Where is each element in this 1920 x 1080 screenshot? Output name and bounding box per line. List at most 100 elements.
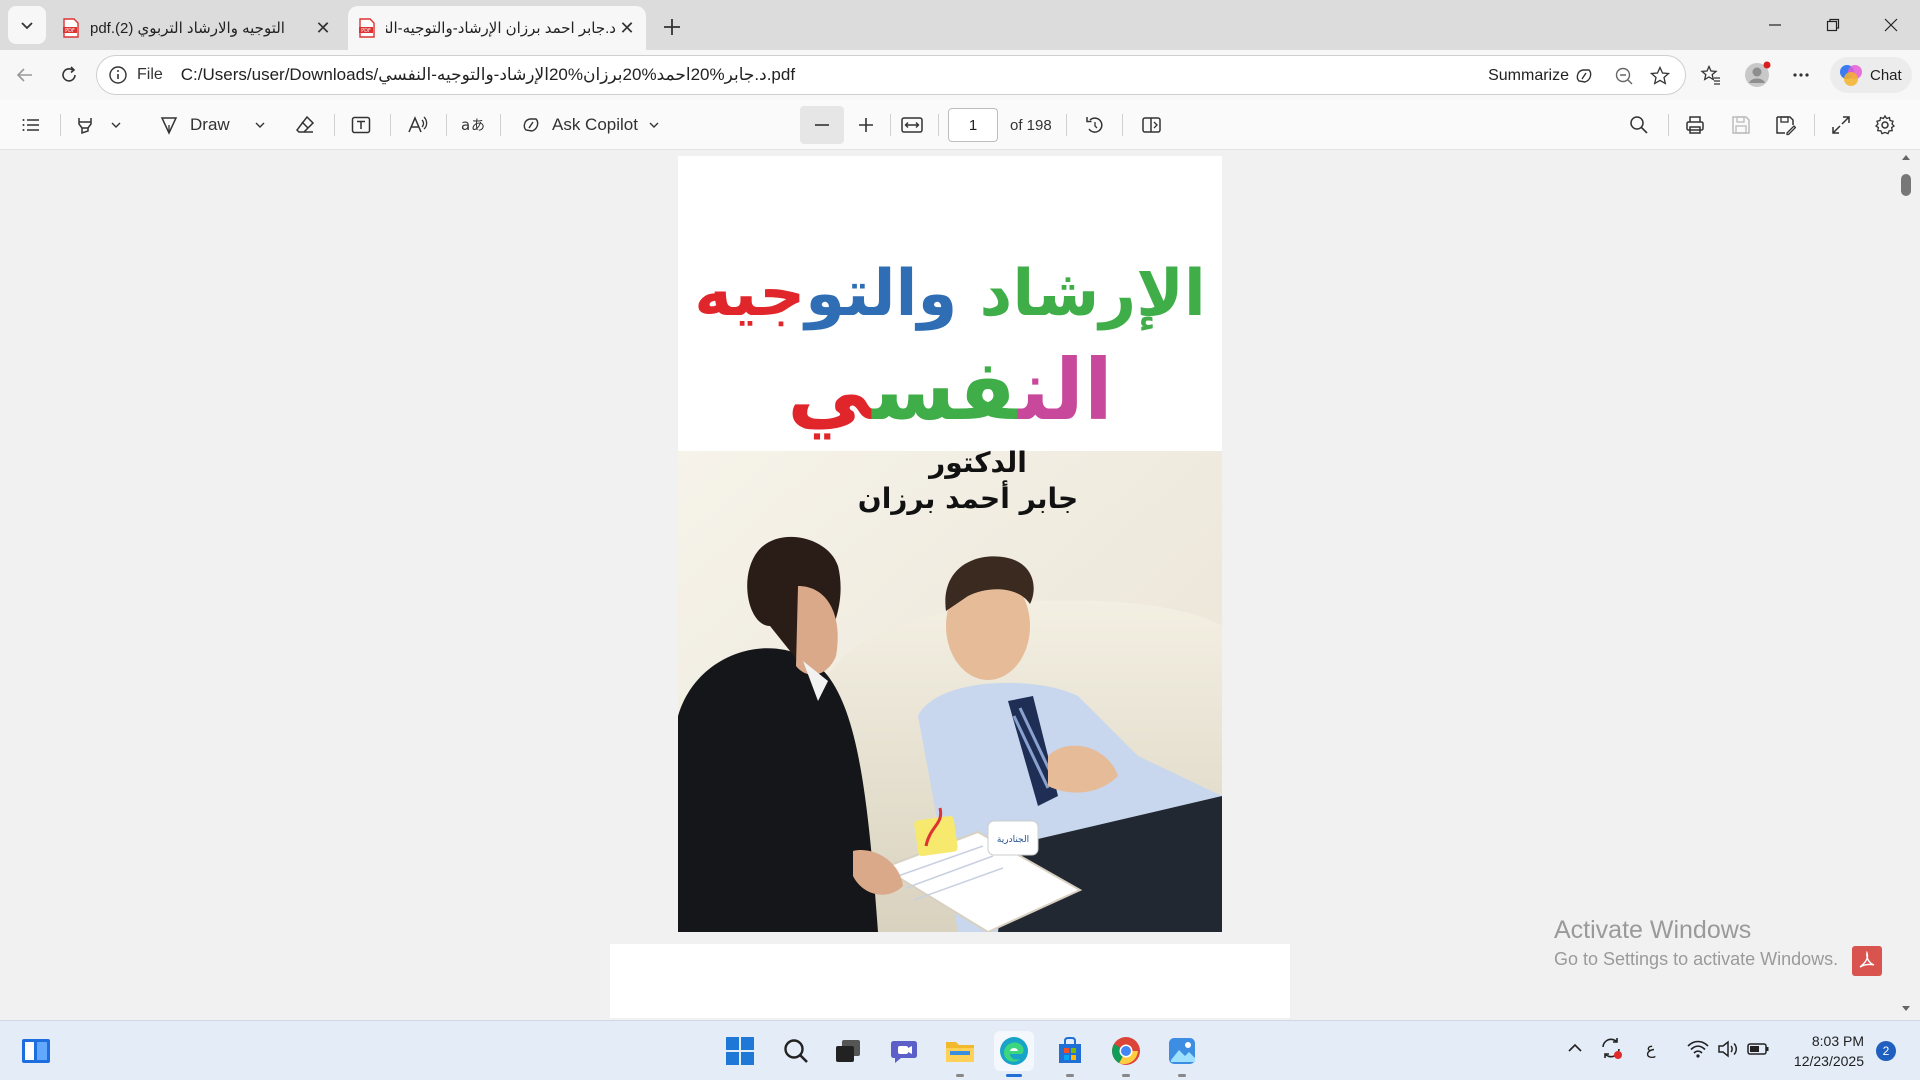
page-view-button[interactable] bbox=[1140, 110, 1164, 140]
pdf-page-1: الجنادرية الإرشاد والتوجيه النفسي الدكتو… bbox=[678, 156, 1222, 932]
contents-button[interactable] bbox=[20, 110, 42, 140]
store-button[interactable] bbox=[1050, 1031, 1090, 1077]
input-language-indicator[interactable]: ع bbox=[1646, 1039, 1656, 1059]
favorites-icon bbox=[1700, 64, 1720, 85]
address-bar[interactable]: File C:/Users/user/Downloads/د.جابر%20اح… bbox=[96, 55, 1686, 95]
print-button[interactable] bbox=[1684, 110, 1706, 140]
sync-status-button[interactable] bbox=[1598, 1035, 1624, 1064]
pdf-viewer[interactable]: الجنادرية الإرشاد والتوجيه النفسي الدكتو… bbox=[4, 150, 1896, 1018]
scheme-label: File bbox=[137, 66, 163, 83]
profile-button[interactable] bbox=[1740, 58, 1774, 92]
show-hidden-icons-button[interactable] bbox=[1566, 1039, 1584, 1060]
arrow-left-icon bbox=[16, 68, 32, 82]
copilot-chat-button[interactable]: Chat bbox=[1830, 57, 1912, 93]
tab-pdf-2[interactable]: PDF د.جابر احمد برزان الإرشاد-والتوجيه-ا… bbox=[348, 6, 646, 50]
new-tab-button[interactable] bbox=[655, 10, 689, 44]
draw-button[interactable]: Draw bbox=[158, 110, 230, 140]
windows-logo-icon bbox=[726, 1037, 754, 1065]
find-button[interactable] bbox=[1628, 110, 1650, 140]
start-button[interactable] bbox=[720, 1031, 760, 1071]
save-button[interactable] bbox=[1730, 110, 1752, 140]
read-aloud-button[interactable] bbox=[406, 110, 430, 140]
vertical-scrollbar[interactable] bbox=[1896, 150, 1916, 1018]
highlight-options-button[interactable] bbox=[110, 110, 122, 140]
cover-title-word: الإرشاد bbox=[979, 257, 1206, 331]
save-as-button[interactable] bbox=[1774, 110, 1796, 140]
svg-text:PDF: PDF bbox=[361, 28, 371, 34]
file-explorer-button[interactable] bbox=[940, 1031, 980, 1077]
chevron-down-icon bbox=[21, 22, 33, 30]
volume-status[interactable] bbox=[1716, 1039, 1740, 1062]
more-dots-icon bbox=[1793, 73, 1809, 77]
back-button[interactable] bbox=[8, 58, 42, 92]
chevron-down-icon bbox=[649, 122, 659, 128]
wifi-status[interactable] bbox=[1686, 1039, 1710, 1062]
chevron-down-icon bbox=[255, 122, 265, 128]
clock-time: 8:03 PM bbox=[1811, 1033, 1864, 1049]
draw-label: Draw bbox=[190, 115, 230, 134]
full-screen-button[interactable] bbox=[1830, 110, 1852, 140]
notification-badge[interactable]: 2 bbox=[1876, 1041, 1896, 1061]
eraser-icon bbox=[296, 115, 315, 133]
publisher-logo: الجنادرية bbox=[997, 835, 1029, 845]
acrobat-icon[interactable] bbox=[1852, 946, 1882, 976]
svg-text:PDF: PDF bbox=[65, 28, 75, 34]
info-icon[interactable] bbox=[107, 64, 129, 86]
chevron-down-icon bbox=[111, 122, 121, 128]
refresh-button[interactable] bbox=[52, 58, 86, 92]
translate-button[interactable]: aあ bbox=[460, 110, 486, 140]
text-box-icon bbox=[351, 116, 371, 134]
clock[interactable]: 8:03 PM 12/23/2025 bbox=[1784, 1031, 1864, 1071]
minimize-button[interactable] bbox=[1746, 0, 1804, 50]
page-number-input[interactable]: 1 bbox=[948, 108, 998, 142]
fit-width-icon bbox=[901, 117, 923, 133]
fit-to-width-button[interactable] bbox=[900, 110, 924, 140]
restore-icon bbox=[1826, 18, 1840, 32]
divider bbox=[390, 114, 391, 136]
chrome-button[interactable] bbox=[1106, 1031, 1146, 1077]
minus-icon bbox=[815, 124, 829, 126]
author-name: جابر أحمد برزان bbox=[857, 482, 1079, 515]
close-tab-icon[interactable]: ✕ bbox=[312, 17, 334, 39]
add-text-button[interactable] bbox=[350, 110, 372, 140]
photos-button[interactable] bbox=[1162, 1031, 1202, 1077]
read-aloud-icon bbox=[408, 116, 428, 133]
chrome-logo-icon bbox=[1112, 1037, 1140, 1065]
battery-status[interactable] bbox=[1746, 1039, 1770, 1062]
printer-icon bbox=[1686, 116, 1704, 134]
author-title: الدكتور bbox=[929, 446, 1027, 479]
rotate-button[interactable] bbox=[1084, 110, 1106, 140]
running-indicator bbox=[956, 1074, 964, 1077]
favorite-star-icon[interactable] bbox=[1649, 65, 1671, 87]
running-indicator bbox=[1066, 1074, 1074, 1077]
erase-button[interactable] bbox=[294, 110, 316, 140]
ask-copilot-button[interactable]: Ask Copilot bbox=[520, 110, 660, 140]
zoom-out-button[interactable] bbox=[812, 110, 832, 140]
zoom-in-button[interactable] bbox=[856, 110, 876, 140]
search-button[interactable] bbox=[776, 1031, 816, 1071]
divider bbox=[1668, 114, 1669, 136]
cover-title-word: الن bbox=[1018, 341, 1113, 439]
draw-options-button[interactable] bbox=[254, 110, 266, 140]
url-text[interactable]: C:/Users/user/Downloads/د.جابر%20احمد%20… bbox=[181, 65, 795, 85]
edge-button[interactable] bbox=[994, 1031, 1034, 1077]
widgets-button[interactable] bbox=[16, 1031, 56, 1071]
zoom-icon[interactable] bbox=[1613, 65, 1635, 87]
tab-actions-button[interactable] bbox=[8, 6, 46, 44]
close-tab-icon[interactable]: ✕ bbox=[616, 17, 638, 39]
divider bbox=[1814, 114, 1815, 136]
pdf-file-icon: PDF bbox=[359, 18, 375, 38]
highlighter-icon bbox=[78, 118, 92, 135]
task-view-button[interactable] bbox=[828, 1031, 868, 1071]
acrobat-logo-icon bbox=[1859, 951, 1875, 968]
more-menu-button[interactable] bbox=[1784, 58, 1818, 92]
summarize-button[interactable]: Summarize bbox=[1488, 65, 1595, 87]
restore-button[interactable] bbox=[1804, 0, 1862, 50]
favorites-button[interactable] bbox=[1694, 58, 1728, 92]
close-window-button[interactable] bbox=[1862, 0, 1920, 50]
tab-pdf-1[interactable]: PDF التوجيه والارشاد التربوي (2).pdf ✕ bbox=[52, 6, 342, 50]
teams-chat-button[interactable] bbox=[884, 1031, 924, 1071]
translate-icon: aあ bbox=[461, 116, 485, 134]
highlight-button[interactable] bbox=[74, 110, 96, 140]
settings-button[interactable] bbox=[1874, 110, 1896, 140]
